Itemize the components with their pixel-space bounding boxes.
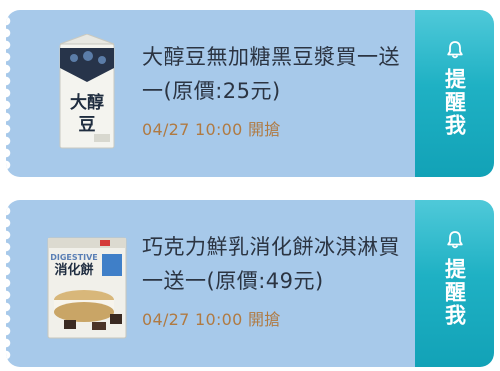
svg-text:大醇: 大醇 bbox=[70, 92, 104, 113]
coupon-card[interactable]: DIGESTIVE 消化餅 巧克力鮮乳消化餅冰淇淋買一送一(原價:49元) 04… bbox=[6, 200, 494, 367]
svg-text:豆: 豆 bbox=[79, 115, 96, 135]
coupon-info: 巧克力鮮乳消化餅冰淇淋買一送一(原價:49元) 04/27 10:00 開搶 bbox=[142, 230, 412, 330]
product-image-digestive-icecream: DIGESTIVE 消化餅 bbox=[47, 237, 127, 339]
coupon-title: 大醇豆無加糖黑豆漿買一送一(原價:25元) bbox=[142, 45, 400, 103]
remind-me-label: 提醒我 bbox=[442, 68, 467, 137]
coupon-info: 大醇豆無加糖黑豆漿買一送一(原價:25元) 04/27 10:00 開搶 bbox=[142, 40, 412, 140]
bell-icon bbox=[446, 41, 463, 59]
remind-me-button[interactable]: 提醒我 bbox=[415, 200, 494, 367]
coupon-ticket: DIGESTIVE 消化餅 巧克力鮮乳消化餅冰淇淋買一送一(原價:49元) 04… bbox=[6, 200, 421, 367]
remind-me-button[interactable]: 提醒我 bbox=[415, 10, 494, 177]
coupon-list: 大醇 豆 大醇豆無加糖黑豆漿買一送一(原價:25元) 04/27 10:00 開… bbox=[0, 0, 500, 371]
bell-icon bbox=[446, 231, 463, 249]
svg-text:消化餅: 消化餅 bbox=[54, 262, 93, 278]
svg-text:DIGESTIVE: DIGESTIVE bbox=[50, 253, 98, 262]
coupon-time: 04/27 10:00 開搶 bbox=[142, 120, 281, 139]
coupon-card[interactable]: 大醇 豆 大醇豆無加糖黑豆漿買一送一(原價:25元) 04/27 10:00 開… bbox=[6, 10, 494, 177]
coupon-title: 巧克力鮮乳消化餅冰淇淋買一送一(原價:49元) bbox=[142, 235, 400, 293]
remind-me-label: 提醒我 bbox=[442, 258, 467, 327]
coupon-time: 04/27 10:00 開搶 bbox=[142, 310, 281, 329]
coupon-ticket: 大醇 豆 大醇豆無加糖黑豆漿買一送一(原價:25元) 04/27 10:00 開… bbox=[6, 10, 421, 177]
product-image-soymilk: 大醇 豆 bbox=[59, 34, 115, 149]
